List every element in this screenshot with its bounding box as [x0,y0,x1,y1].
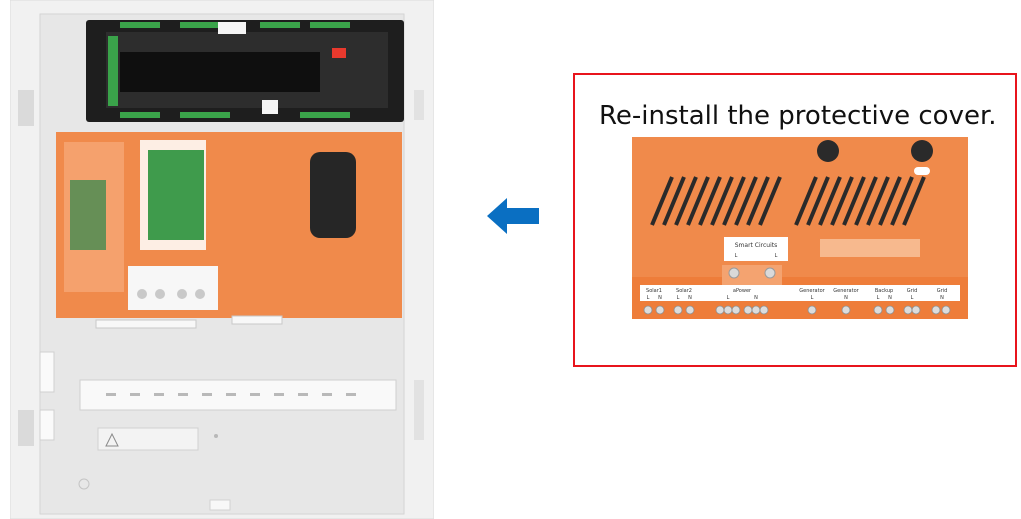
latch-left-lower [39,409,55,441]
ground-bar [231,315,283,325]
terminal-label: Backup [875,288,893,294]
svg-text:N: N [754,295,758,301]
cabinet-illustration [10,0,434,519]
svg-text:L: L [647,295,650,301]
toggle-switch [914,167,930,175]
red-switch [332,48,346,58]
hinge-bottom [18,410,34,446]
hinge-top [18,90,34,126]
protective-cover-image: Smart Circuits L L Solar1 L N Solar2 L N… [632,137,968,319]
svg-text:L: L [775,253,778,259]
terminal-label: Generator [799,288,825,294]
instruction-text: Re-install the protective cover. [599,101,997,131]
arrow-left-icon [487,198,539,234]
smart-circuits-label: Smart Circuits [735,242,778,249]
smart-circuits-label-box [724,237,788,261]
svg-text:L: L [877,295,880,301]
svg-text:N: N [844,295,848,301]
svg-text:N: N [688,295,692,301]
knob-left [817,140,839,162]
connector-top [218,22,246,34]
terminal-label: Solar1 [646,288,662,294]
neutral-bar [95,319,197,329]
terminal-label: Solar2 [676,288,692,294]
latch-left [39,351,55,393]
callout-box: Re-install the protective cover. Smart C… [573,73,1017,367]
breaker-terminals [128,266,218,310]
svg-text:L: L [677,295,680,301]
terminal-label: Generator [833,288,859,294]
svg-text:L: L [727,295,730,301]
relay-board [148,150,204,240]
warning-label [97,427,199,451]
green-module-left [70,180,106,250]
svg-text:N: N [658,295,662,301]
right-latch-bottom [414,380,424,440]
knob-right [911,140,933,162]
caution-label [820,239,920,257]
svg-text:L: L [911,295,914,301]
terminal-label: aPower [733,288,752,294]
svg-text:N: N [940,295,944,301]
terminal-label: Grid [937,288,948,294]
terminal-label: Grid [907,288,918,294]
svg-text:L: L [811,295,814,301]
svg-text:L: L [735,253,738,259]
black-component [310,152,356,238]
display-module [120,52,320,92]
svg-text:N: N [888,295,892,301]
right-latch-top [414,90,424,120]
ethernet-port [262,100,278,114]
